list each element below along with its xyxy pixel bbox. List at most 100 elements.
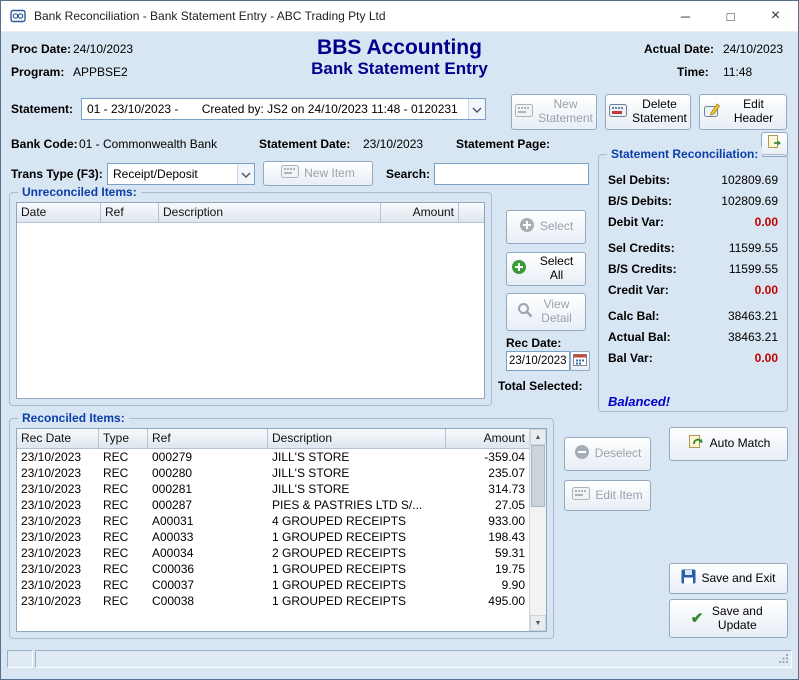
- scroll-down-button[interactable]: ▼: [530, 615, 546, 631]
- window-controls: ─ □ ×: [663, 1, 798, 31]
- stat-label: Credit Var:: [608, 283, 669, 297]
- rec-date-picker-button[interactable]: [570, 351, 590, 371]
- deselect-button[interactable]: Deselect: [564, 437, 651, 471]
- resize-grip[interactable]: [778, 651, 789, 669]
- stat-value: 0.00: [755, 351, 778, 365]
- column-header-amount[interactable]: Amount: [381, 203, 459, 223]
- rec-date-label: Rec Date:: [506, 336, 561, 350]
- unreconciled-table-body[interactable]: [17, 223, 484, 398]
- cell-description: 4 GROUPED RECEIPTS: [268, 514, 446, 528]
- trans-type-combobox[interactable]: Receipt/Deposit: [107, 163, 255, 185]
- edit-header-button[interactable]: Edit Header: [699, 94, 787, 130]
- unreconciled-items-group: Unreconciled Items: Date Ref Description…: [9, 192, 492, 406]
- save-and-update-button[interactable]: ✔ Save and Update: [669, 599, 788, 638]
- column-header-type[interactable]: Type: [99, 429, 148, 449]
- reconciled-items-list[interactable]: Rec Date Type Ref Description Amount 23/…: [16, 428, 547, 632]
- app-icon: [10, 8, 26, 24]
- table-row[interactable]: 23/10/2023REC000287PIES & PASTRIES LTD S…: [17, 497, 529, 513]
- export-page-icon: [766, 134, 783, 155]
- reconciliation-row: Debit Var:0.00: [608, 211, 778, 232]
- statement-reconciliation-group: Statement Reconciliation: Sel Debits:102…: [598, 154, 788, 412]
- minimize-button[interactable]: ─: [663, 1, 708, 31]
- cell-description: 2 GROUPED RECEIPTS: [268, 546, 446, 560]
- new-item-button[interactable]: New Item: [263, 161, 373, 186]
- auto-match-button[interactable]: Auto Match: [669, 427, 788, 461]
- table-row[interactable]: 23/10/2023RECC000381 GROUPED RECEIPTS495…: [17, 593, 529, 609]
- column-header-rec-date[interactable]: Rec Date: [17, 429, 99, 449]
- chevron-down-icon: [241, 165, 251, 183]
- maximize-button[interactable]: □: [708, 1, 753, 31]
- stat-label: Debit Var:: [608, 215, 664, 229]
- cell-description: 1 GROUPED RECEIPTS: [268, 578, 446, 592]
- cell-rec_date: 23/10/2023: [17, 594, 99, 608]
- table-row[interactable]: 23/10/2023REC000281JILL'S STORE314.73: [17, 481, 529, 497]
- edit-item-label: Edit Item: [595, 489, 642, 503]
- table-row[interactable]: 23/10/2023RECA000314 GROUPED RECEIPTS933…: [17, 513, 529, 529]
- reconciled-table-body[interactable]: 23/10/2023REC000279JILL'S STORE-359.0423…: [17, 449, 529, 631]
- rec-date-input[interactable]: [506, 351, 570, 371]
- column-header-description[interactable]: Description: [159, 203, 381, 223]
- cell-amount: 59.31: [446, 546, 529, 560]
- cell-type: REC: [99, 562, 148, 576]
- vertical-scrollbar[interactable]: ▲ ▼: [529, 429, 546, 631]
- table-row[interactable]: 23/10/2023RECC000371 GROUPED RECEIPTS9.9…: [17, 577, 529, 593]
- cell-rec_date: 23/10/2023: [17, 498, 99, 512]
- cell-description: JILL'S STORE: [268, 466, 446, 480]
- reconciled-items-group: Reconciled Items: Rec Date Type Ref Desc…: [9, 418, 554, 639]
- cell-type: REC: [99, 530, 148, 544]
- save-and-exit-button[interactable]: Save and Exit: [669, 563, 788, 594]
- stat-value: 38463.21: [728, 309, 778, 323]
- edit-item-button[interactable]: Edit Item: [564, 480, 651, 511]
- time-value: 11:48: [723, 65, 752, 79]
- select-button[interactable]: Select: [506, 210, 586, 244]
- cell-rec_date: 23/10/2023: [17, 514, 99, 528]
- select-all-plus-icon: [511, 259, 527, 279]
- column-header-ref[interactable]: Ref: [101, 203, 159, 223]
- column-header-date[interactable]: Date: [17, 203, 101, 223]
- statement-date-label: Statement Date:: [259, 137, 350, 151]
- cell-rec_date: 23/10/2023: [17, 546, 99, 560]
- statement-dropdown-button[interactable]: [468, 99, 485, 119]
- scroll-up-button[interactable]: ▲: [530, 429, 546, 445]
- time-label: Time:: [677, 65, 709, 79]
- save-and-exit-label: Save and Exit: [701, 572, 775, 586]
- select-all-button[interactable]: Select All: [506, 252, 586, 286]
- unreconciled-items-list[interactable]: Date Ref Description Amount: [16, 202, 485, 399]
- cell-rec_date: 23/10/2023: [17, 466, 99, 480]
- unreconciled-items-title: Unreconciled Items:: [18, 185, 141, 199]
- reconciliation-row: B/S Debits:102809.69: [608, 190, 778, 211]
- view-detail-button[interactable]: View Detail: [506, 293, 586, 331]
- table-row[interactable]: 23/10/2023REC000279JILL'S STORE-359.04: [17, 449, 529, 465]
- stat-label: Calc Bal:: [608, 309, 659, 323]
- column-header-amount[interactable]: Amount: [446, 429, 529, 449]
- cell-ref: C00038: [148, 594, 268, 608]
- app-window: Bank Reconciliation - Bank Statement Ent…: [0, 0, 799, 680]
- stat-value: 102809.69: [721, 194, 778, 208]
- edit-header-label: Edit Header: [725, 98, 782, 126]
- reconciliation-row: Calc Bal: 38463.21: [608, 305, 778, 326]
- column-header-ref[interactable]: Ref: [148, 429, 268, 449]
- delete-statement-button[interactable]: Delete Statement: [605, 94, 691, 130]
- statement-selected-value: 01 - 23/10/2023 - Created by: JS2 on 24/…: [82, 99, 468, 119]
- scrollbar-thumb[interactable]: [531, 445, 545, 507]
- stat-value: 38463.21: [728, 330, 778, 344]
- column-header-description[interactable]: Description: [268, 429, 446, 449]
- stat-value: 11599.55: [729, 262, 778, 276]
- trans-type-dropdown-button[interactable]: [237, 164, 254, 184]
- cell-type: REC: [99, 466, 148, 480]
- close-button[interactable]: ×: [753, 1, 798, 31]
- cell-description: PIES & PASTRIES LTD S/...: [268, 498, 446, 512]
- cell-type: REC: [99, 498, 148, 512]
- table-row[interactable]: 23/10/2023RECA000331 GROUPED RECEIPTS198…: [17, 529, 529, 545]
- cell-rec_date: 23/10/2023: [17, 562, 99, 576]
- scrollbar-track[interactable]: [530, 445, 546, 615]
- search-input[interactable]: [434, 163, 589, 185]
- new-statement-button[interactable]: New Statement: [511, 94, 597, 130]
- table-row[interactable]: 23/10/2023RECC000361 GROUPED RECEIPTS19.…: [17, 561, 529, 577]
- statement-combobox[interactable]: 01 - 23/10/2023 - Created by: JS2 on 24/…: [81, 98, 486, 120]
- balanced-status: Balanced!: [608, 394, 670, 409]
- cell-type: REC: [99, 594, 148, 608]
- table-row[interactable]: 23/10/2023REC000280JILL'S STORE235.07: [17, 465, 529, 481]
- table-row[interactable]: 23/10/2023RECA000342 GROUPED RECEIPTS59.…: [17, 545, 529, 561]
- unreconciled-table-header: Date Ref Description Amount: [17, 203, 484, 223]
